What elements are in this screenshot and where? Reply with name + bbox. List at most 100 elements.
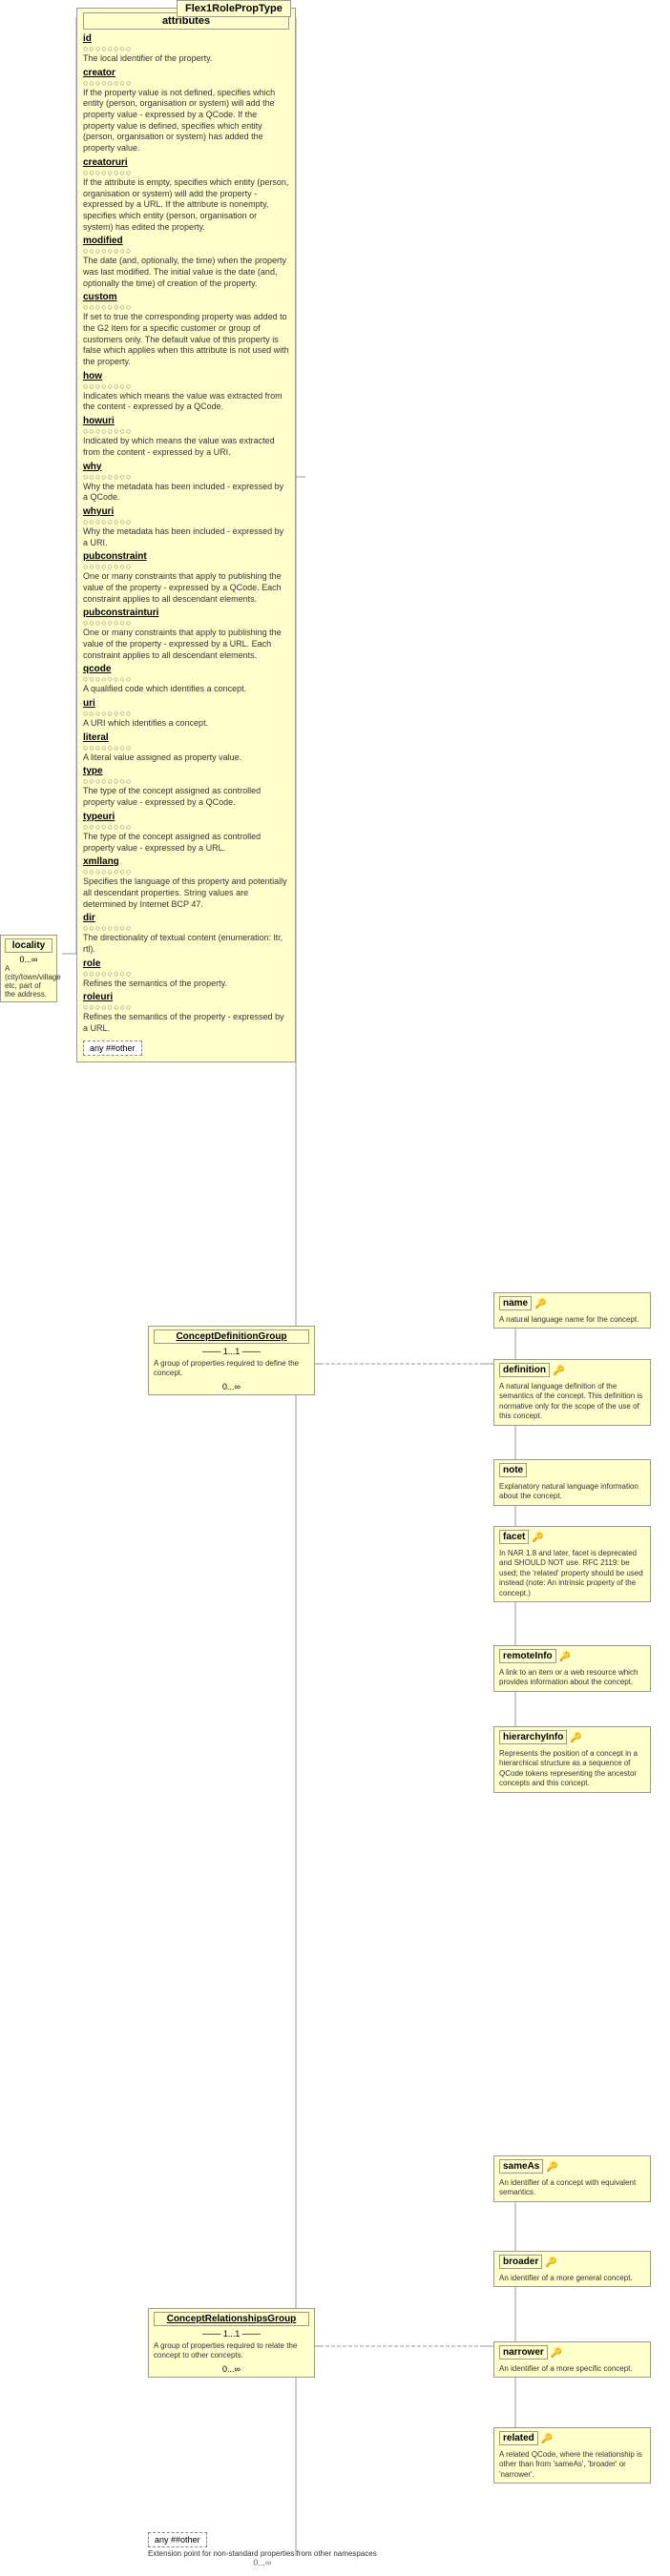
concept-rel-group-box: ConceptRelationshipsGroup ─── 1...1 ─── … <box>148 2308 315 2378</box>
attr-type-dots: ○○○○○○○○ <box>83 776 289 786</box>
attr-why: why ○○○○○○○○ Why the metadata has been i… <box>83 462 289 504</box>
title-box: Flex1RolePropType <box>177 0 291 17</box>
prop-definition-key-icon: 🔑 <box>553 1366 564 1376</box>
attr-how-name: how <box>83 371 289 381</box>
attr-how-desc: Indicates which means the value was extr… <box>83 391 289 413</box>
attr-xmllang-dots: ○○○○○○○○ <box>83 867 289 876</box>
prop-broader-key-icon: 🔑 <box>545 2257 556 2268</box>
attr-creator-dots: ○○○○○○○○ <box>83 78 289 88</box>
attr-modified: modified ○○○○○○○○ The date (and, optiona… <box>83 236 289 289</box>
attr-id-desc: The local identifier of the property. <box>83 53 289 65</box>
attr-id: id ○○○○○○○○ The local identifier of the … <box>83 33 289 65</box>
attr-how: how ○○○○○○○○ Indicates which means the v… <box>83 371 289 413</box>
prop-name-box: name 🔑 A natural language name for the c… <box>493 1292 651 1329</box>
attr-pubconstrainturi: pubconstrainturi ○○○○○○○○ One or many co… <box>83 608 289 661</box>
attr-whyuri-name: whyuri <box>83 506 289 517</box>
concept-def-group-desc: A group of properties required to define… <box>154 1359 309 1379</box>
attr-literal: literal ○○○○○○○○ A literal value assigne… <box>83 732 289 764</box>
attr-roleuri: roleuri ○○○○○○○○ Refines the semantics o… <box>83 992 289 1034</box>
attributes-box: attributes id ○○○○○○○○ The local identif… <box>76 8 296 1062</box>
prop-narrower-label: narrower <box>499 2345 548 2360</box>
attr-role-dots: ○○○○○○○○ <box>83 969 289 979</box>
attr-pubconstraint: pubconstraint ○○○○○○○○ One or many const… <box>83 551 289 605</box>
attr-xmllang: xmllang ○○○○○○○○ Specifies the language … <box>83 856 289 910</box>
attr-modified-name: modified <box>83 236 289 246</box>
prop-sameas-header: sameAs 🔑 <box>499 2159 645 2175</box>
attr-whyuri: whyuri ○○○○○○○○ Why the metadata has bee… <box>83 506 289 548</box>
attr-role-desc: Refines the semantics of the property. <box>83 979 289 990</box>
prop-remoteinfo-key-icon: 🔑 <box>559 1652 571 1662</box>
prop-hierarchyinfo-desc: Represents the position of a concept in … <box>499 1749 645 1789</box>
prop-name-header: name 🔑 <box>499 1296 645 1312</box>
attr-uri: uri ○○○○○○○○ A URI which identifies a co… <box>83 698 289 730</box>
prop-sameas-box: sameAs 🔑 An identifier of a concept with… <box>493 2155 651 2202</box>
prop-facet-label: facet <box>499 1530 529 1544</box>
attr-typeuri-dots: ○○○○○○○○ <box>83 822 289 832</box>
attr-pubconstrainturi-dots: ○○○○○○○○ <box>83 618 289 628</box>
locality-name: locality <box>5 938 52 953</box>
prop-facet-key-icon: 🔑 <box>532 1533 543 1543</box>
attr-creator: creator ○○○○○○○○ If the property value i… <box>83 68 289 155</box>
concept-rel-group-desc: A group of properties required to relate… <box>154 2341 309 2361</box>
attr-pubconstraint-desc: One or many constraints that apply to pu… <box>83 571 289 605</box>
any-other-bottom-desc: Extension point for non-standard propert… <box>148 2549 377 2558</box>
attr-pubconstraint-name: pubconstraint <box>83 551 289 562</box>
attr-dir-name: dir <box>83 913 289 923</box>
attr-uri-dots: ○○○○○○○○ <box>83 709 289 718</box>
attr-uri-desc: A URI which identifies a concept. <box>83 718 289 730</box>
attr-modified-dots: ○○○○○○○○ <box>83 246 289 256</box>
attr-role: role ○○○○○○○○ Refines the semantics of t… <box>83 958 289 990</box>
attr-modified-desc: The date (and, optionally, the time) whe… <box>83 256 289 289</box>
prop-definition-label: definition <box>499 1363 550 1377</box>
attr-custom: custom ○○○○○○○○ If set to true the corre… <box>83 292 289 367</box>
prop-name-desc: A natural language name for the concept. <box>499 1315 645 1325</box>
attr-roleuri-dots: ○○○○○○○○ <box>83 1002 289 1012</box>
attr-creatoruri: creatoruri ○○○○○○○○ If the attribute is … <box>83 157 289 233</box>
attr-howuri-dots: ○○○○○○○○ <box>83 426 289 436</box>
attr-creatoruri-name: creatoruri <box>83 157 289 168</box>
prop-hierarchyinfo-key-icon: 🔑 <box>570 1733 581 1743</box>
prop-remoteinfo-label: remoteInfo <box>499 1649 556 1663</box>
attr-howuri-desc: Indicated by which means the value was e… <box>83 436 289 458</box>
attr-qcode-desc: A qualified code which identifies a conc… <box>83 684 289 695</box>
locality-desc: A (city/town/village etc, part of the ad… <box>5 964 52 999</box>
attr-type-name: type <box>83 766 289 776</box>
any-other-container: any ##other <box>83 1041 289 1056</box>
attr-whyuri-desc: Why the metadata has been included - exp… <box>83 526 289 548</box>
prop-facet-box: facet 🔑 In NAR 1.8 and later, facet is d… <box>493 1526 651 1602</box>
prop-narrower-key-icon: 🔑 <box>551 2348 562 2359</box>
prop-related-key-icon: 🔑 <box>541 2434 553 2444</box>
attr-id-dots: ○○○○○○○○ <box>83 44 289 53</box>
prop-related-box: related 🔑 A related QCode, where the rel… <box>493 2427 651 2483</box>
prop-broader-header: broader 🔑 <box>499 2255 645 2271</box>
attr-pubconstrainturi-desc: One or many constraints that apply to pu… <box>83 628 289 661</box>
locality-range: 0...∞ <box>5 955 52 964</box>
prop-facet-desc: In NAR 1.8 and later, facet is deprecate… <box>499 1549 645 1598</box>
prop-definition-box: definition 🔑 A natural language definiti… <box>493 1359 651 1426</box>
attr-dir-dots: ○○○○○○○○ <box>83 923 289 933</box>
attr-qcode-dots: ○○○○○○○○ <box>83 674 289 684</box>
prop-remoteinfo-box: remoteInfo 🔑 A link to an item or a web … <box>493 1645 651 1692</box>
attr-why-desc: Why the metadata has been included - exp… <box>83 482 289 504</box>
attr-custom-desc: If set to true the corresponding propert… <box>83 312 289 367</box>
attr-literal-name: literal <box>83 732 289 743</box>
attr-xmllang-name: xmllang <box>83 856 289 867</box>
prop-remoteinfo-header: remoteInfo 🔑 <box>499 1649 645 1665</box>
prop-name-label: name <box>499 1296 532 1310</box>
prop-narrower-box: narrower 🔑 An identifier of a more speci… <box>493 2341 651 2378</box>
attr-dir: dir ○○○○○○○○ The directionality of textu… <box>83 913 289 955</box>
prop-hierarchyinfo-label: hierarchyInfo <box>499 1730 567 1744</box>
prop-note-box: note Explanatory natural language inform… <box>493 1459 651 1506</box>
attr-dir-desc: The directionality of textual content (e… <box>83 933 289 955</box>
concept-rel-group-range-top: ─── 1...1 ─── <box>154 2329 309 2339</box>
attr-pubconstraint-dots: ○○○○○○○○ <box>83 562 289 571</box>
concept-def-group-name: ConceptDefinitionGroup <box>154 1329 309 1344</box>
attr-type-desc: The type of the concept assigned as cont… <box>83 786 289 808</box>
any-other-box: any ##other <box>83 1041 142 1056</box>
any-other-bottom-box: any ##other <box>148 2532 207 2547</box>
attr-howuri-name: howuri <box>83 416 289 426</box>
attr-pubconstrainturi-name: pubconstrainturi <box>83 608 289 618</box>
attr-whyuri-dots: ○○○○○○○○ <box>83 517 289 526</box>
attr-creator-desc: If the property value is not defined, sp… <box>83 88 289 155</box>
prop-note-label: note <box>499 1463 527 1477</box>
